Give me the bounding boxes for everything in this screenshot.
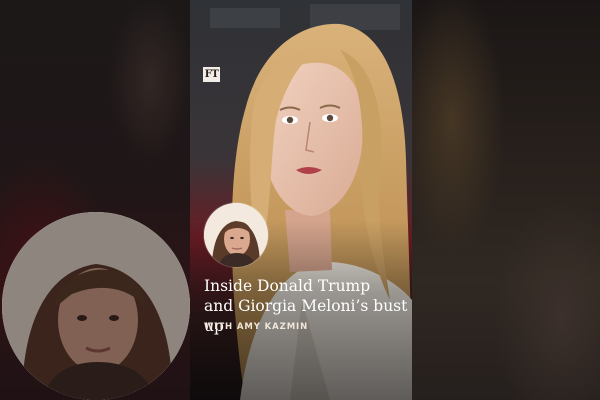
blurred-host-avatar	[2, 212, 190, 400]
episode-title-line1: Inside Donald Trump	[204, 277, 371, 295]
video-card[interactable]: FT Inside Donald Trump and Giorgia Melon…	[190, 0, 412, 400]
ft-logo-icon: FT	[203, 67, 220, 82]
video-thumbnail-stage: FT Inside Donald Trump and Giorgia Melon…	[0, 0, 600, 400]
host-avatar	[204, 203, 268, 267]
host-byline: WITH AMY KAZMIN	[204, 322, 309, 332]
blurred-backdrop-right	[412, 0, 600, 400]
